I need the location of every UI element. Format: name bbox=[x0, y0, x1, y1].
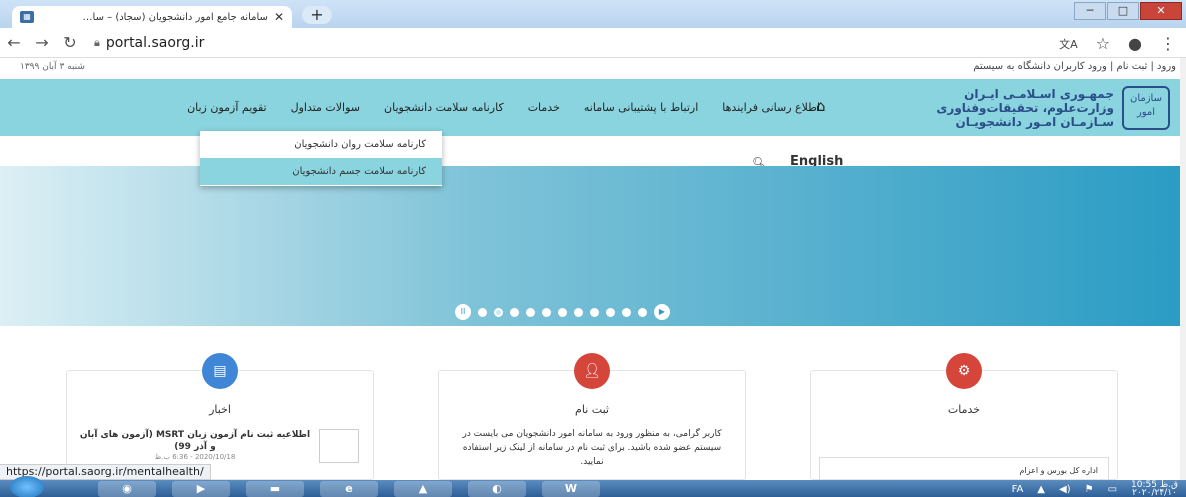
flag-icon[interactable]: ⚑ bbox=[1085, 484, 1094, 495]
news-title: اخبار bbox=[209, 403, 231, 416]
date-text: شنبه ۳ آبان ۱۳۹۹ bbox=[20, 62, 85, 72]
media-taskbar-icon[interactable]: ▶ bbox=[172, 481, 230, 497]
firefox-taskbar-icon[interactable]: ◐ bbox=[468, 481, 526, 497]
top-strip: شنبه ۳ آبان ۱۳۹۹ ورود | ثبت نام | ورود ک… bbox=[0, 58, 1180, 79]
language-indicator[interactable]: FA bbox=[1012, 484, 1024, 495]
close-tab-icon[interactable]: ✕ bbox=[274, 10, 284, 24]
dropdown-item-physical-health[interactable]: کارنامه سلامت جسم دانشجویان bbox=[200, 158, 442, 185]
slider-dot[interactable] bbox=[526, 307, 535, 317]
add-user-icon: 👤︎ bbox=[574, 353, 610, 389]
ie-taskbar-icon[interactable]: e bbox=[320, 481, 378, 497]
slider-dot[interactable] bbox=[622, 307, 631, 317]
slider-dot[interactable] bbox=[606, 307, 615, 317]
dropdown-item-mental-health[interactable]: کارنامه سلامت روان دانشجویان bbox=[200, 131, 442, 158]
nav-item-faq[interactable]: سوالات متداول bbox=[291, 101, 360, 114]
slider-dot[interactable] bbox=[638, 307, 647, 317]
news-icon: ▤ bbox=[202, 353, 238, 389]
site-header: سازمان امور جمهـوری اسـلامـی ایـران وزارت… bbox=[0, 79, 1180, 136]
slider-next-icon[interactable]: ▶ bbox=[654, 304, 670, 320]
logo-emblem-icon: سازمان امور bbox=[1122, 86, 1170, 130]
hero-slider bbox=[0, 166, 1180, 326]
scrollbar[interactable] bbox=[1180, 58, 1186, 480]
translate-icon[interactable]: 文A bbox=[1059, 36, 1078, 52]
folder-taskbar-icon[interactable]: ▬ bbox=[246, 481, 304, 497]
address-bar: ← → ↻ 🔒︎ portal.saorg.ir bbox=[0, 28, 1186, 58]
minimize-icon[interactable]: ─ bbox=[1074, 2, 1106, 20]
tab-title: سامانه جامع امور دانشجویان (سجاد) – سا… bbox=[82, 11, 268, 23]
back-icon[interactable]: ← bbox=[0, 33, 28, 52]
screen: ▦ سامانه جامع امور دانشجویان (سجاد) – سا… bbox=[0, 0, 1186, 497]
volume-icon[interactable]: ◀) bbox=[1059, 484, 1071, 495]
url-field[interactable]: 🔒︎ portal.saorg.ir bbox=[94, 35, 204, 51]
news-item-date: 2020/10/18 - 6:36 ب.ظ bbox=[154, 453, 236, 461]
register-title: ثبت نام bbox=[575, 403, 609, 416]
profile-icon[interactable]: ● bbox=[1128, 34, 1142, 53]
slider-dot[interactable] bbox=[558, 307, 567, 317]
nav-item-support[interactable]: ارتباط با پشتیبانی سامانه bbox=[584, 101, 698, 114]
login-links[interactable]: ورود | ثبت نام | ورود کاربران دانشگاه به… bbox=[973, 61, 1176, 72]
bookmark-star-icon[interactable]: ☆ bbox=[1096, 34, 1110, 53]
main-nav: اطلاع رسانی فرایندها ارتباط با پشتیبانی … bbox=[40, 101, 820, 114]
tray-arrow-icon[interactable]: ▲ bbox=[1037, 484, 1045, 495]
logo-line-2: وزارت‌علوم، تحقیقات‌وفناوری bbox=[936, 101, 1114, 115]
maximize-icon[interactable]: □ bbox=[1107, 2, 1139, 20]
chrome-taskbar-icon[interactable]: ◉ bbox=[98, 481, 156, 497]
new-tab-button[interactable]: + bbox=[302, 6, 332, 24]
forward-icon[interactable]: → bbox=[28, 33, 56, 52]
favicon-icon: ▦ bbox=[20, 11, 34, 23]
browser-title-bar: ▦ سامانه جامع امور دانشجویان (سجاد) – سا… bbox=[0, 0, 1186, 28]
nav-item-services[interactable]: خدمات bbox=[528, 101, 560, 114]
close-window-icon[interactable]: ✕ bbox=[1140, 2, 1182, 20]
services-card: ⚙ خدمات اداره کل بورس و اعزام bbox=[810, 353, 1118, 481]
clock-date: ۲۰۲۰/۲۴/۱۰ bbox=[1132, 488, 1177, 497]
logo-line-3: سـازمـان امـور دانشجویـان bbox=[955, 115, 1114, 129]
slider-dot[interactable] bbox=[590, 307, 599, 317]
logo-line-1: جمهـوری اسـلامـی ایـران bbox=[964, 87, 1114, 101]
sub-bar: English 🔍︎ bbox=[0, 136, 1180, 170]
slider-pause-icon[interactable]: II bbox=[455, 304, 471, 320]
services-item[interactable]: اداره کل بورس و اعزام bbox=[819, 457, 1109, 481]
slider-dot-active[interactable] bbox=[494, 307, 503, 317]
news-item-title[interactable]: اطلاعیه ثبت نام آزمون زبان MSRT (آزمون ه… bbox=[79, 429, 311, 453]
logo-text: جمهـوری اسـلامـی ایـران وزارت‌علوم، تحقی… bbox=[936, 87, 1114, 129]
health-report-dropdown: کارنامه سلامت روان دانشجویان کارنامه سلا… bbox=[200, 131, 442, 186]
lock-icon: 🔒︎ bbox=[94, 35, 100, 49]
nav-item-announcements[interactable]: اطلاع رسانی فرایندها bbox=[722, 101, 820, 114]
nav-item-health-report[interactable]: کارنامه سلامت دانشجویان bbox=[384, 101, 504, 114]
register-text: کاربر گرامی، به منظور ورود به سامانه امو… bbox=[462, 429, 722, 467]
slider-dot[interactable] bbox=[542, 307, 551, 317]
news-thumbnail bbox=[319, 429, 359, 463]
services-title: خدمات bbox=[947, 403, 981, 416]
slider-dot[interactable] bbox=[510, 307, 519, 317]
taskbar: ◉ ▶ ▬ e ▲ ◐ W FA ▲ ◀) ⚑ ▭ 10:55 ق.ظ ۲۰۲۰… bbox=[0, 476, 1186, 497]
network-icon[interactable]: ▭ bbox=[1108, 484, 1117, 495]
url-text: portal.saorg.ir bbox=[105, 34, 205, 51]
browser-actions: 文A ☆ ● ⋮ bbox=[1059, 34, 1176, 53]
slider-dot[interactable] bbox=[478, 307, 487, 317]
start-button-icon[interactable] bbox=[10, 476, 44, 497]
word-taskbar-icon[interactable]: W bbox=[542, 481, 600, 497]
slider-dots: II ▶ bbox=[455, 304, 670, 320]
nav-item-exam-calendar[interactable]: تقویم آزمون زبان bbox=[187, 101, 267, 114]
window-controls: ─ □ ✕ bbox=[1074, 2, 1182, 20]
news-item[interactable]: اطلاعیه ثبت نام آزمون زبان MSRT (آزمون ه… bbox=[79, 429, 359, 463]
system-tray: FA ▲ ◀) ⚑ ▭ 10:55 ق.ظ ۲۰۲۰/۲۴/۱۰ bbox=[1012, 481, 1178, 497]
menu-icon[interactable]: ⋮ bbox=[1160, 34, 1176, 53]
browser-tab[interactable]: ▦ سامانه جامع امور دانشجویان (سجاد) – سا… bbox=[12, 6, 292, 28]
register-card: 👤︎ ثبت نام کاربر گرامی، به منظور ورود به… bbox=[438, 353, 746, 480]
clock[interactable]: 10:55 ق.ظ ۲۰۲۰/۲۴/۱۰ bbox=[1131, 481, 1178, 497]
app-taskbar-icon[interactable]: ▲ bbox=[394, 481, 452, 497]
slider-dot[interactable] bbox=[574, 307, 583, 317]
reload-icon[interactable]: ↻ bbox=[56, 33, 84, 52]
site-logo[interactable]: سازمان امور جمهـوری اسـلامـی ایـران وزارت… bbox=[870, 85, 1170, 131]
gear-icon: ⚙ bbox=[946, 353, 982, 389]
